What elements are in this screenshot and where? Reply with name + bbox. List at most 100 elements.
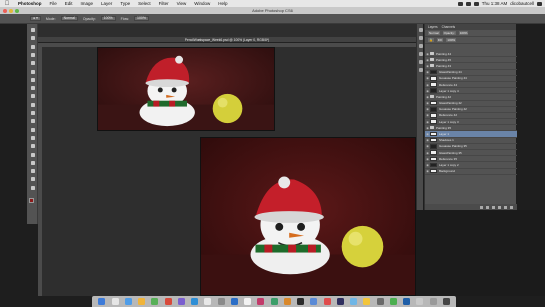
wifi-icon[interactable] (457, 1, 463, 6)
brush-panel-icon[interactable] (418, 44, 423, 48)
layer-name: GlassPainting 35 (439, 150, 462, 155)
type-tool-icon[interactable] (29, 152, 36, 158)
mode-select[interactable]: Normal (60, 16, 78, 21)
vertical-ruler[interactable] (38, 47, 42, 296)
quick-select-icon[interactable] (29, 52, 36, 58)
dock-app-icon[interactable] (177, 298, 185, 305)
history-brush-icon[interactable] (29, 102, 36, 108)
menu-view[interactable]: View (173, 0, 191, 7)
dodge-icon[interactable] (29, 135, 36, 141)
dock-app-icon[interactable] (230, 298, 238, 305)
menu-file[interactable]: File (46, 0, 61, 7)
history-panel-icon[interactable] (418, 28, 423, 32)
dock-app-icon[interactable] (350, 298, 357, 305)
dock-app-icon[interactable] (257, 298, 265, 305)
dock-app-icon[interactable] (270, 298, 278, 305)
dock-app-icon[interactable] (442, 298, 450, 305)
gradient-icon[interactable] (29, 118, 36, 124)
pen-tool-icon[interactable] (29, 143, 36, 149)
path-select-icon[interactable] (29, 160, 36, 166)
dock-app-icon[interactable] (389, 298, 397, 305)
properties-panel-icon[interactable] (418, 36, 423, 40)
foreground-color-swatch[interactable] (29, 198, 34, 203)
opacity-field[interactable]: 100% (100, 16, 116, 21)
dock-app-icon[interactable] (111, 298, 119, 305)
dock-app-icon[interactable] (416, 298, 424, 305)
dock-app-icon[interactable] (124, 298, 132, 305)
dock-app-icon[interactable] (244, 298, 251, 305)
dock-app-icon[interactable] (217, 298, 225, 305)
new-group-icon[interactable] (498, 205, 501, 209)
dock-app-icon[interactable] (98, 298, 106, 305)
dock-app-icon[interactable] (283, 298, 291, 305)
clone-stamp-icon[interactable] (29, 93, 36, 99)
eyedropper-icon[interactable] (29, 69, 36, 75)
marquee-tool-icon[interactable] (29, 35, 36, 41)
layer-fill-field[interactable]: 100% (446, 38, 457, 42)
lasso-tool-icon[interactable] (29, 44, 36, 50)
dock-app-icon[interactable] (336, 298, 344, 305)
dock-app-icon[interactable] (376, 298, 384, 305)
menu-help[interactable]: Help (214, 0, 231, 7)
dock-app-icon[interactable] (429, 298, 437, 305)
move-tool-icon[interactable] (29, 27, 36, 33)
volume-icon[interactable] (465, 1, 471, 6)
dock-app-icon[interactable] (323, 298, 331, 305)
blur-icon[interactable] (29, 127, 36, 133)
dock-app-icon[interactable] (164, 298, 172, 305)
dock-app-icon[interactable] (310, 298, 318, 305)
spotlight-icon[interactable] (537, 1, 542, 6)
layer-row[interactable]: ◉ Background (425, 168, 517, 175)
crop-tool-icon[interactable] (29, 60, 36, 66)
reference-photo[interactable] (97, 47, 275, 131)
dock-app-icon[interactable] (363, 298, 371, 305)
dock-app-icon[interactable] (138, 298, 145, 305)
layer-name: GlassPainting 44 (439, 70, 462, 75)
tab-layers[interactable]: Layers (428, 25, 438, 29)
shape-tool-icon[interactable] (29, 168, 36, 174)
delete-layer-icon[interactable] (510, 205, 513, 209)
horizontal-ruler[interactable] (38, 43, 416, 47)
painting-canvas[interactable] (200, 137, 416, 296)
lock-icons[interactable]: 🔒 (428, 38, 434, 42)
menu-window[interactable]: Window (190, 0, 214, 7)
layer-thumbnail (430, 137, 437, 143)
dock-app-icon[interactable] (403, 298, 410, 305)
dock-app-icon[interactable] (297, 298, 304, 305)
brush-tool-icon[interactable] (29, 85, 36, 91)
healing-brush-icon[interactable] (29, 77, 36, 83)
dock-app-icon[interactable] (204, 298, 212, 305)
menu-filter[interactable]: Filter (155, 0, 173, 7)
battery-icon[interactable] (473, 1, 479, 6)
opacity-label: Opacity: (82, 16, 96, 21)
menu-select[interactable]: Select (134, 0, 155, 7)
layer-name: Gouasse Painting 42 (439, 107, 467, 112)
hand-tool-icon[interactable] (29, 176, 36, 182)
brush-preset-picker[interactable]: ● ▾ (30, 16, 41, 21)
menubar-clock[interactable]: Thu 1:38 AM (482, 1, 508, 6)
dock-app-icon[interactable] (191, 298, 198, 305)
menu-edit[interactable]: Edit (61, 0, 77, 7)
layer-blend-mode-select[interactable]: Normal (428, 31, 440, 35)
dock-app-icon[interactable] (151, 298, 159, 305)
layer-fill-label: Fill: (436, 38, 444, 42)
menu-app-name[interactable]: Photoshop (14, 0, 46, 7)
tab-channels[interactable]: Channels (442, 25, 455, 29)
layer-mask-icon[interactable] (492, 205, 495, 209)
menu-type[interactable]: Type (116, 0, 134, 7)
swatches-panel-icon[interactable] (418, 52, 423, 56)
layer-style-icon[interactable] (486, 205, 489, 209)
character-panel-icon[interactable] (418, 68, 423, 72)
new-layer-icon[interactable] (504, 205, 507, 209)
flow-field[interactable]: 100% (134, 16, 149, 21)
zoom-tool-icon[interactable] (29, 185, 36, 191)
adjustments-panel-icon[interactable] (418, 60, 423, 64)
menubar-user[interactable]: dicobautcell (510, 1, 534, 6)
apple-menu-icon[interactable]:  (0, 0, 14, 7)
eraser-icon[interactable] (29, 110, 36, 116)
menu-image[interactable]: Image (77, 0, 98, 7)
link-layers-icon[interactable] (480, 205, 483, 209)
folder-icon (430, 126, 434, 130)
layer-opacity-field[interactable]: 100% (458, 31, 469, 35)
menu-layer[interactable]: Layer (97, 0, 116, 7)
